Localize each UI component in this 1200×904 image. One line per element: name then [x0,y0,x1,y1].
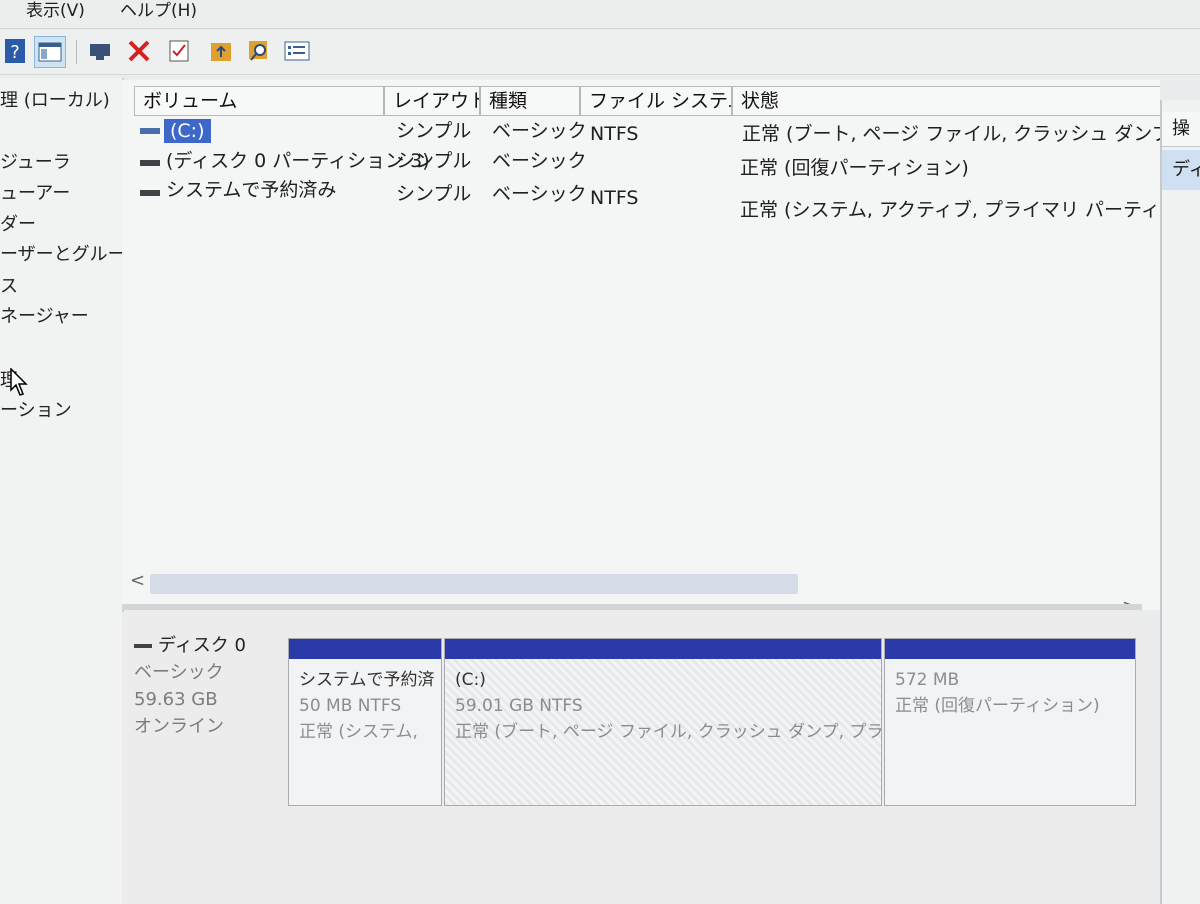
volume-list: ボリューム レイアウト 種類 ファイル システム 状態 (C:) シンプル ベー… [122,80,1160,610]
volume-icon [140,160,160,166]
nav-item-device-manager[interactable]: ネージャー [0,302,89,328]
partition-bar [445,639,881,659]
disk-state: オンライン [134,716,224,737]
export-icon[interactable] [206,36,236,66]
column-header-status[interactable]: 状態 [732,86,1160,116]
console-tree: 理 (ローカル) ジューラ ューアー ダー ーザーとグループ ス ネージャー 理… [0,78,124,904]
actions-header: 操 [1162,112,1200,147]
partition-name: システムで予約済 [299,670,435,690]
column-header-volume[interactable]: ボリューム [134,86,384,116]
column-header-filesystem[interactable]: ファイル システム [580,86,732,116]
volume-icon [140,190,160,196]
volume-filesystem: NTFS [590,187,639,209]
mouse-cursor-icon [10,368,28,396]
partition-c[interactable]: (C:) 59.01 GB NTFS 正常 (ブート, ページ ファイル, クラ… [444,638,882,806]
volume-type: ベーシック [492,120,587,142]
volume-icon [140,128,160,134]
volume-type: ベーシック [492,150,587,172]
nav-item-performance[interactable]: ス [0,272,18,298]
nav-item-scheduler[interactable]: ジューラ [0,148,71,174]
nav-item-root[interactable]: 理 (ローカル) [0,86,110,112]
disk-type: ベーシック [134,662,224,683]
partition-bar [885,639,1135,659]
volume-status: 正常 (ブート, ページ ファイル, クラッシュ ダンプ, プライマ [742,123,1160,145]
search-icon[interactable] [244,36,274,66]
column-header-layout[interactable]: レイアウト [384,86,480,116]
help-icon[interactable]: ? [0,36,30,66]
table-row[interactable]: (C:) シンプル ベーシック NTFS 正常 (ブート, ページ ファイル, … [134,118,1160,146]
actions-item-disk[interactable]: ディ [1162,150,1200,190]
disk-name: ディスク 0 [158,635,246,656]
menu-bar: 表示(V) ヘルプ(H) [0,0,1200,29]
volume-status: 正常 (システム, アクティブ, プライマリ パーティション) [740,199,1160,221]
disk-icon [134,644,152,648]
scroll-left-button[interactable]: < [130,570,145,591]
svg-text:?: ? [10,42,20,63]
volume-layout: シンプル [396,120,472,142]
volume-name: システムで予約済み [166,179,337,201]
partition-system-reserved[interactable]: システムで予約済 50 MB NTFS 正常 (システム, [288,638,442,806]
nav-item-shared-folders[interactable]: ダー [0,210,36,236]
delete-icon[interactable] [124,36,154,66]
partition-recovery[interactable]: 572 MB 正常 (回復パーティション) [884,638,1136,806]
properties-icon[interactable] [164,36,194,66]
partition-status: 正常 (回復パーティション) [895,696,1100,716]
volume-layout: シンプル [396,183,472,205]
table-row[interactable]: システムで予約済み シンプル ベーシック NTFS 正常 (システム, アクティ… [134,178,1160,221]
partition-status: 正常 (ブート, ページ ファイル, クラッシュ ダンプ, プライ [455,722,881,742]
menu-help[interactable]: ヘルプ(H) [120,0,197,22]
volume-name: (C:) [164,119,211,143]
horizontal-scrollbar[interactable] [150,574,798,594]
menu-view[interactable]: 表示(V) [26,0,85,22]
disk-info[interactable]: ディスク 0 ベーシック 59.63 GB オンライン [134,632,284,740]
partition-name: (C:) [455,670,486,690]
connect-icon[interactable] [86,36,116,66]
partition-bar [289,639,441,659]
nav-item-users-groups[interactable]: ーザーとグループ [0,240,122,266]
toolbar: ? [0,30,1200,75]
console-tree-icon[interactable] [34,36,66,68]
actions-pane: 操 ディ [1160,100,1200,904]
disk-size: 59.63 GB [134,689,218,710]
volume-filesystem: NTFS [590,123,639,145]
partition-size: 50 MB NTFS [299,696,402,716]
nav-item-services-applications[interactable]: ーション [0,396,72,422]
volume-type: ベーシック [492,183,587,205]
volume-layout: シンプル [396,150,472,172]
partition-size: 572 MB [895,670,960,690]
volume-status: 正常 (回復パーティション) [740,157,969,179]
disk-view: ディスク 0 ベーシック 59.63 GB オンライン システムで予約済 50 … [122,612,1142,904]
volume-name: (ディスク 0 パーティション 3) [166,150,430,172]
partition-status: 正常 (システム, [299,722,418,742]
pane-splitter[interactable] [122,604,1142,610]
column-header-type[interactable]: 種類 [480,86,580,116]
settings-icon[interactable] [282,36,312,66]
partition-size: 59.01 GB NTFS [455,696,583,716]
table-row[interactable]: (ディスク 0 パーティション 3) シンプル ベーシック 正常 (回復パーティ… [134,148,1160,179]
nav-item-event-viewer[interactable]: ューアー [0,179,70,205]
